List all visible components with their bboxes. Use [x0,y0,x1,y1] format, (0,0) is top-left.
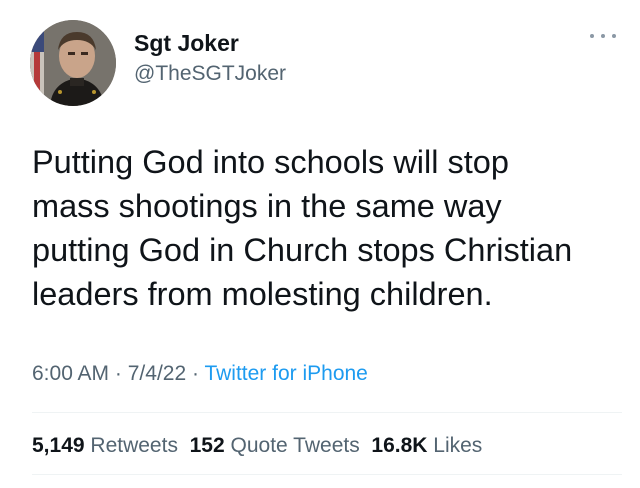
likes-stat[interactable]: 16.8K Likes [371,434,482,457]
retweets-label: Retweets [90,434,178,457]
retweets-count: 5,149 [32,434,85,457]
quote-tweets-stat[interactable]: 152 Quote Tweets [190,434,360,457]
tweet-time[interactable]: 6:00 AM [32,362,109,385]
author-handle[interactable]: @TheSGTJoker [134,62,286,86]
more-options-icon[interactable] [590,28,616,44]
tweet-source-link[interactable]: Twitter for iPhone [204,362,367,385]
tweet-text: Putting God into schools will stop mass … [32,144,573,312]
quote-tweets-label: Quote Tweets [230,434,360,457]
more-dot [612,34,616,38]
author-avatar[interactable] [30,20,116,106]
likes-count: 16.8K [371,434,428,457]
meta-separator: · [191,362,199,385]
tweet-meta: 6:00 AM · 7/4/22 · Twitter for iPhone [32,362,368,386]
tweet-stats: 5,149 Retweets 152 Quote Tweets 16.8K Li… [32,434,482,458]
author-display-name[interactable]: Sgt Joker [134,30,239,57]
tweet-card: Sgt Joker @TheSGTJoker Putting God into … [0,0,640,488]
meta-separator: · [114,362,122,385]
profile-photo-icon [30,20,116,106]
divider [32,412,622,413]
retweets-stat[interactable]: 5,149 Retweets [32,434,178,457]
quote-tweets-count: 152 [189,434,225,457]
tweet-date[interactable]: 7/4/22 [128,362,186,385]
more-dot [601,34,605,38]
more-dot [590,34,594,38]
divider [32,474,622,475]
likes-label: Likes [433,434,483,457]
